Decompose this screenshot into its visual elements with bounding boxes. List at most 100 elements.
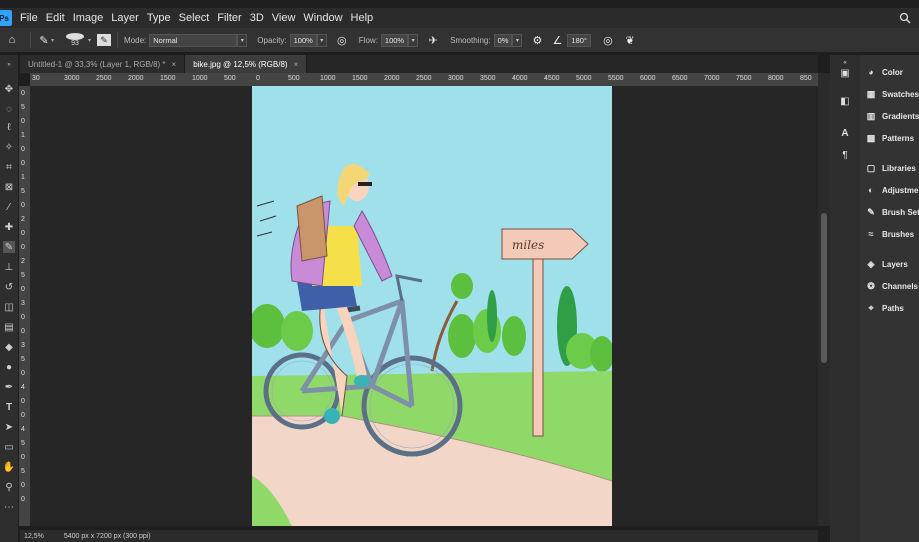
opacity-input[interactable]: 100% [289,33,317,47]
menu-image[interactable]: Image [69,12,108,24]
ruler-tick-label: 4 [21,426,25,433]
eyedropper-tool-icon[interactable]: ⁄ [3,201,15,213]
airbrush-icon[interactable]: ✈ [424,34,442,47]
info-icon[interactable]: ◧ [839,95,851,107]
clone-stamp-tool-icon[interactable]: ⊥ [3,261,15,273]
ruler-tick-label: 2500 [96,75,112,82]
ruler-tick-label: 4000 [512,75,528,82]
angle-input[interactable]: 180° [567,33,591,47]
pressure-size-icon[interactable]: ◎ [599,34,617,47]
move-tool-icon[interactable]: ✥ [3,83,15,95]
frame-tool-icon[interactable]: ⊠ [3,181,15,193]
flow-label: Flow: [358,35,378,45]
smoothing-input[interactable]: 0% [493,33,513,47]
panel-gradients[interactable]: ▥ Gradients [866,111,919,121]
healing-brush-tool-icon[interactable]: ✚ [3,221,15,233]
tab-label: bike.jpg @ 12,5% (RGB/8) [193,59,288,69]
photoshop-logo[interactable]: Ps [0,10,12,26]
menu-help[interactable]: Help [347,12,378,24]
blur-tool-icon[interactable]: ◆ [3,341,15,353]
history-icon[interactable]: ▣ [839,67,851,79]
vertical-ruler[interactable]: 0 5 0 1 0 0 1 5 0 2 0 0 2 5 0 3 0 0 3 5 0 4 0 0 4 5 0 5 0 0 [19,86,30,526]
panel-label: Paths [882,303,904,313]
zoom-level[interactable]: 12,5% [24,533,44,540]
menu-3d[interactable]: 3D [246,12,268,24]
hand-tool-icon[interactable]: ✋ [3,461,15,473]
panel-libraries[interactable]: ▢ Libraries [866,163,916,173]
ruler-tick-label: 0 [21,398,25,405]
smoothing-caret-icon[interactable]: ▾ [512,33,523,47]
paragraph-icon[interactable]: ¶ [839,149,851,161]
home-icon[interactable]: ⌂ [0,34,24,46]
brush-tool-active-icon[interactable]: ✎ [3,241,15,253]
close-tab-icon[interactable]: × [172,60,177,69]
ruler-tick-label: 3000 [64,75,80,82]
panel-brushes[interactable]: ≈ Brushes [866,229,915,239]
panels-dock: ◕ Color ▦ Swatches ▥ Gradients ▩ Patterns ▢ L… [860,55,919,542]
tool-preset-caret-icon[interactable]: ▾ [51,37,54,44]
brush-preset-caret-icon[interactable]: ▾ [88,37,91,44]
ruler-tick-label: 0 [21,286,25,293]
canvas-area[interactable]: miles [30,86,818,526]
close-tab-icon[interactable]: × [294,60,299,69]
lasso-tool-icon[interactable]: ℓ [3,121,15,133]
character-icon[interactable]: A [839,127,851,139]
dodge-tool-icon[interactable]: ● [3,361,15,373]
ruler-tick-label: 1000 [320,75,336,82]
menu-window[interactable]: Window [299,12,346,24]
ruler-tick-label: 4 [21,384,25,391]
menu-type[interactable]: Type [143,12,175,24]
flow-input[interactable]: 100% [380,33,409,47]
pen-tool-icon[interactable]: ✒ [3,381,15,393]
vertical-scrollbar[interactable] [818,73,830,526]
panel-paths[interactable]: ⌖ Paths [866,303,904,313]
panel-layers[interactable]: ◈ Layers [866,259,908,269]
search-icon[interactable] [899,12,911,24]
toolbar-collapse-icon[interactable]: » [3,59,15,71]
shape-tool-icon[interactable]: ▭ [3,441,15,453]
history-brush-tool-icon[interactable]: ↺ [3,281,15,293]
panel-patterns[interactable]: ▩ Patterns [866,133,914,143]
menu-filter[interactable]: Filter [213,12,245,24]
mode-select[interactable]: Normal [149,33,238,47]
menu-edit[interactable]: Edit [42,12,69,24]
zoom-tool-icon[interactable]: ⚲ [3,481,15,493]
edit-toolbar-icon[interactable]: ⋯ [3,501,15,513]
eraser-tool-icon[interactable]: ◫ [3,301,15,313]
pressure-opacity-icon[interactable]: ◎ [333,34,351,47]
panel-channels[interactable]: ❂ Channels [866,281,918,291]
brush-settings-toggle-icon[interactable]: ✎ [97,34,112,46]
menu-select[interactable]: Select [175,12,214,24]
menu-view[interactable]: View [268,12,300,24]
tab-bike-jpg[interactable]: bike.jpg @ 12,5% (RGB/8) × [185,55,308,73]
crop-tool-icon[interactable]: ⌗ [3,161,15,173]
scrollbar-thumb[interactable] [821,213,827,363]
panel-icon-strip: « ▣ ◧ A ¶ [830,55,860,542]
ruler-tick-label: 5 [21,440,25,447]
quick-select-tool-icon[interactable]: ✧ [3,141,15,153]
panel-color[interactable]: ◕ Color [866,67,903,77]
tab-untitled-1[interactable]: Untitled-1 @ 33,3% (Layer 1, RGB/8) * × [20,55,186,73]
gradient-tool-icon[interactable]: ▤ [3,321,15,333]
flow-caret-icon[interactable]: ▾ [408,33,419,47]
document-canvas[interactable]: miles [252,86,612,526]
marquee-tool-icon[interactable]: ◌ [3,103,15,115]
menu-layer[interactable]: Layer [107,12,143,24]
symmetry-butterfly-icon[interactable]: ❦ [621,34,639,47]
smoothing-label: Smoothing: [450,35,491,45]
type-tool-icon[interactable]: T [3,401,15,413]
ruler-tick-label: 5 [21,468,25,475]
ruler-tick-label: 7000 [704,75,720,82]
horizontal-ruler[interactable]: 30 3000 2500 2000 1500 1000 500 0 500 1000 1500 200… [30,73,818,86]
smoothing-options-gear-icon[interactable]: ⚙ [528,34,546,47]
brush-preset-picker[interactable]: 93 [64,33,86,47]
panel-adjustments[interactable]: ◐ Adjustments [866,185,919,195]
path-selection-tool-icon[interactable]: ➤ [3,421,15,433]
panel-brush-settings[interactable]: ✎ Brush Settings [866,207,919,217]
menu-file[interactable]: File [16,12,42,24]
mode-caret-icon[interactable]: ▾ [237,33,248,47]
opacity-caret-icon[interactable]: ▾ [316,33,327,47]
ruler-tick-label: 1 [21,132,25,139]
brush-tool-icon[interactable]: ✎ [37,34,51,47]
panel-swatches[interactable]: ▦ Swatches [866,89,919,99]
